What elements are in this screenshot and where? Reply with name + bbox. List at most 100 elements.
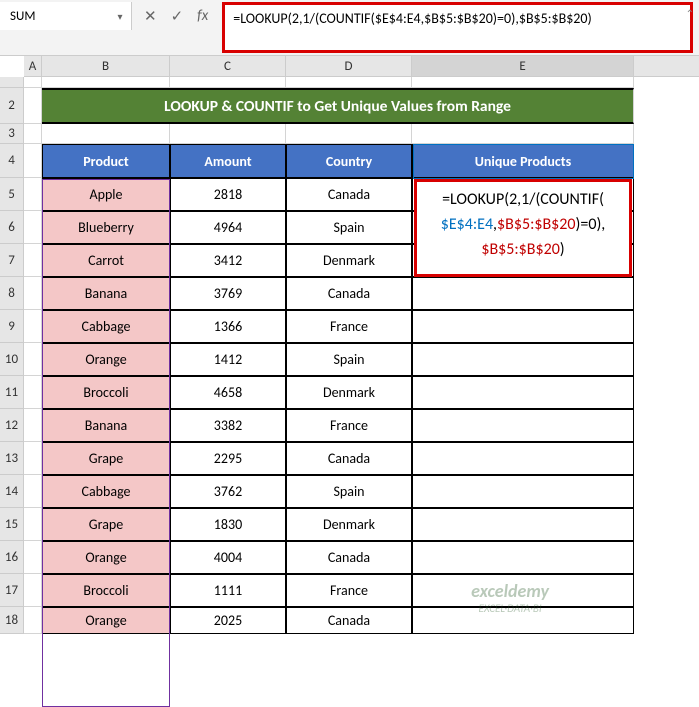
header-amount[interactable]: Amount xyxy=(170,144,286,178)
cell-product[interactable]: Orange xyxy=(42,343,170,376)
cell-amount[interactable]: 4658 xyxy=(170,376,286,409)
row-header-3[interactable]: 3 xyxy=(0,124,24,144)
cell-blank[interactable] xyxy=(24,475,42,508)
cell-blank[interactable] xyxy=(24,244,42,277)
cell-product[interactable]: Banana xyxy=(42,409,170,442)
cell-D1[interactable] xyxy=(286,77,412,88)
col-header-D[interactable]: D xyxy=(286,56,412,76)
cell-product[interactable]: Grape xyxy=(42,508,170,541)
cell-amount[interactable]: 3412 xyxy=(170,244,286,277)
cell-product[interactable]: Broccoli xyxy=(42,574,170,607)
cell-blank[interactable] xyxy=(24,343,42,376)
cell-amount[interactable]: 3769 xyxy=(170,277,286,310)
row-header[interactable]: 11 xyxy=(0,376,24,409)
cell-amount[interactable]: 1830 xyxy=(170,508,286,541)
cell-formula-overlay[interactable]: =LOOKUP(2,1/(COUNTIF( $E$4:E4,$B$5:$B$20… xyxy=(414,179,632,277)
cell-country[interactable]: Canada xyxy=(286,178,412,211)
title-cell[interactable]: LOOKUP & COUNTIF to Get Unique Values fr… xyxy=(42,88,634,124)
cell-C1[interactable] xyxy=(170,77,286,88)
cell-blank[interactable] xyxy=(24,541,42,574)
insert-function-icon[interactable]: fx xyxy=(197,7,208,25)
cell-product[interactable]: Cabbage xyxy=(42,475,170,508)
row-header-2[interactable]: 2 xyxy=(0,88,24,124)
cell-blank[interactable] xyxy=(24,409,42,442)
row-header[interactable]: 9 xyxy=(0,310,24,343)
cell-C3[interactable] xyxy=(170,124,286,144)
cell-product[interactable]: Grape xyxy=(42,442,170,475)
cell-country[interactable]: France xyxy=(286,409,412,442)
cell-blank[interactable] xyxy=(24,376,42,409)
cell-blank[interactable] xyxy=(24,508,42,541)
col-header-A[interactable]: A xyxy=(24,56,42,76)
cell-blank[interactable] xyxy=(24,310,42,343)
cell-country[interactable]: France xyxy=(286,310,412,343)
cell-unique[interactable] xyxy=(412,475,634,508)
cell-country[interactable]: Canada xyxy=(286,607,412,634)
cell-product[interactable]: Carrot xyxy=(42,244,170,277)
name-box[interactable]: SUM ▾ xyxy=(0,2,132,30)
row-header[interactable]: 10 xyxy=(0,343,24,376)
row-header[interactable]: 7 xyxy=(0,244,24,277)
row-header-1[interactable] xyxy=(0,77,24,88)
col-header-C[interactable]: C xyxy=(170,56,286,76)
cell-blank[interactable] xyxy=(24,574,42,607)
cell-unique[interactable] xyxy=(412,277,634,310)
cell-unique[interactable] xyxy=(412,409,634,442)
cancel-icon[interactable]: ✕ xyxy=(144,7,157,26)
cell-product[interactable]: Banana xyxy=(42,277,170,310)
cell-A4[interactable] xyxy=(24,144,42,178)
cell-country[interactable]: Spain xyxy=(286,343,412,376)
name-box-dropdown-icon[interactable]: ▾ xyxy=(113,10,127,23)
cell-country[interactable]: Canada xyxy=(286,541,412,574)
formula-input[interactable]: =LOOKUP(2,1/(COUNTIF($E$4:E4,$B$5:$B$20)… xyxy=(222,2,693,53)
cell-blank[interactable] xyxy=(24,178,42,211)
cell-unique[interactable] xyxy=(412,310,634,343)
expand-formula-bar-icon[interactable]: ⌃ xyxy=(686,7,694,22)
cell-country[interactable]: Canada xyxy=(286,277,412,310)
cell-blank[interactable] xyxy=(24,607,42,634)
row-header[interactable]: 18 xyxy=(0,607,24,634)
header-unique[interactable]: Unique Products xyxy=(412,144,634,178)
cell-amount[interactable]: 3382 xyxy=(170,409,286,442)
row-header[interactable]: 13 xyxy=(0,442,24,475)
cell-unique[interactable] xyxy=(412,508,634,541)
cell-product[interactable]: Apple xyxy=(42,178,170,211)
cell-country[interactable]: France xyxy=(286,574,412,607)
cell-country[interactable]: Spain xyxy=(286,475,412,508)
cell-product[interactable]: Broccoli xyxy=(42,376,170,409)
cell-amount[interactable]: 4964 xyxy=(170,211,286,244)
cell-country[interactable]: Spain xyxy=(286,211,412,244)
cell-B3[interactable] xyxy=(42,124,170,144)
cell-amount[interactable]: 4004 xyxy=(170,541,286,574)
col-header-E[interactable]: E xyxy=(412,56,634,76)
enter-icon[interactable]: ✓ xyxy=(171,7,184,26)
cell-amount[interactable]: 2295 xyxy=(170,442,286,475)
cell-blank[interactable] xyxy=(24,277,42,310)
cell-country[interactable]: Canada xyxy=(286,442,412,475)
cell-product[interactable]: Blueberry xyxy=(42,211,170,244)
cell-unique[interactable] xyxy=(412,541,634,574)
row-header[interactable]: 16 xyxy=(0,541,24,574)
cell-D3[interactable] xyxy=(286,124,412,144)
cell-amount[interactable]: 1366 xyxy=(170,310,286,343)
row-header[interactable]: 17 xyxy=(0,574,24,607)
cell-country[interactable]: Denmark xyxy=(286,508,412,541)
row-header[interactable]: 12 xyxy=(0,409,24,442)
cell-country[interactable]: Denmark xyxy=(286,244,412,277)
cell-A2[interactable] xyxy=(24,88,42,124)
row-header[interactable]: 5 xyxy=(0,178,24,211)
cell-amount[interactable]: 1412 xyxy=(170,343,286,376)
cell-amount[interactable]: 2818 xyxy=(170,178,286,211)
cell-amount[interactable]: 2025 xyxy=(170,607,286,634)
row-header[interactable]: 8 xyxy=(0,277,24,310)
cell-blank[interactable] xyxy=(24,442,42,475)
col-header-B[interactable]: B xyxy=(42,56,170,76)
header-country[interactable]: Country xyxy=(286,144,412,178)
cell-A3[interactable] xyxy=(24,124,42,144)
cell-E3[interactable] xyxy=(412,124,634,144)
cell-amount[interactable]: 1111 xyxy=(170,574,286,607)
cell-unique[interactable] xyxy=(412,343,634,376)
row-header[interactable]: 15 xyxy=(0,508,24,541)
row-header[interactable]: 6 xyxy=(0,211,24,244)
row-header-4[interactable]: 4 xyxy=(0,144,24,178)
